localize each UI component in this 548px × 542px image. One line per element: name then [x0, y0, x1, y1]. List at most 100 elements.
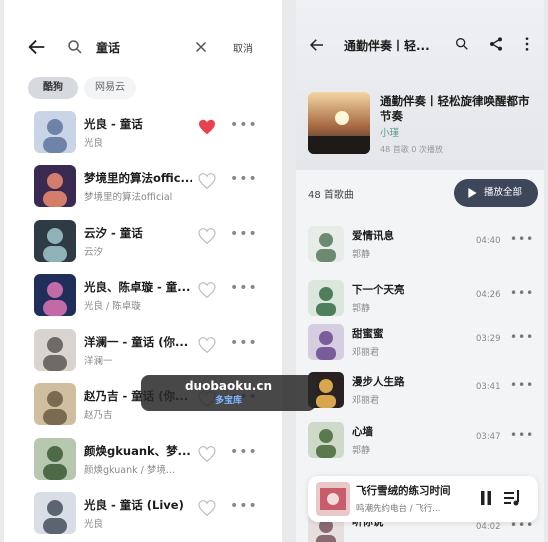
- song-duration: 03:29: [476, 334, 501, 344]
- song-artist: 邓丽君: [352, 396, 380, 406]
- song-cover: [308, 422, 344, 458]
- play-all-button[interactable]: 播放全部: [454, 179, 538, 207]
- more-icon[interactable]: •••: [230, 280, 258, 296]
- tab-netease[interactable]: 网易云: [84, 77, 136, 99]
- back-arrow-icon[interactable]: [26, 36, 48, 58]
- playlist-panel: 通勤伴奏丨轻... 通勤伴奏丨轻松旋律唤醒都市节奏 小瑾 48 首歌 0 次播放…: [296, 0, 544, 542]
- more-icon[interactable]: •••: [510, 428, 534, 442]
- song-row[interactable]: 心墙 郭静 03:47 •••: [296, 422, 544, 462]
- song-title: 云汐 - 童话: [84, 226, 143, 240]
- song-artist: 光良: [84, 138, 104, 149]
- song-cover: [308, 280, 344, 316]
- result-row[interactable]: 光良、陈卓璇 - 童... 光良 / 陈卓璇 •••: [4, 274, 282, 328]
- result-row[interactable]: 梦境里的算法offic... 梦境里的算法official •••: [4, 165, 282, 219]
- song-duration: 04:02: [476, 522, 501, 532]
- song-duration: 04:26: [476, 290, 501, 300]
- song-cover: [34, 438, 76, 480]
- result-row[interactable]: 云汐 - 童话 云汐 •••: [4, 220, 282, 274]
- song-artist: 光良: [84, 519, 104, 530]
- watermark-name: 多宝库: [214, 396, 242, 406]
- more-icon[interactable]: •••: [230, 498, 258, 514]
- tab-kugou[interactable]: 酷狗: [28, 77, 78, 99]
- search-input[interactable]: 童话: [96, 39, 120, 56]
- song-title: 颜焕gkuank、梦...: [84, 444, 191, 458]
- song-cover: [34, 329, 76, 371]
- song-artist: 邓丽君: [352, 348, 380, 358]
- song-row[interactable]: 下一个天亮郭静 04:26 •••: [296, 280, 544, 320]
- playlist-queue-icon[interactable]: [504, 490, 522, 506]
- heart-outline-icon[interactable]: [198, 228, 216, 244]
- play-all-label: 播放全部: [484, 187, 523, 198]
- song-artist: 颜焕gkuank / 梦境...: [84, 465, 175, 476]
- song-cover: [308, 324, 344, 360]
- mini-player[interactable]: 飞行雪绒的练习时间 鸣潮先约电台 / 飞行...: [308, 476, 538, 522]
- heart-outline-icon[interactable]: [198, 446, 216, 462]
- song-cover: [34, 274, 76, 316]
- song-title: 心墙: [352, 426, 373, 438]
- song-artist: 光良 / 陈卓璇: [84, 301, 141, 312]
- heart-outline-icon[interactable]: [198, 337, 216, 353]
- song-title: 漫步人生路: [352, 376, 405, 388]
- search-icon[interactable]: [454, 36, 470, 52]
- song-title: 爱情讯息: [352, 230, 394, 242]
- song-row[interactable]: 甜蜜蜜邓丽君 03:29 •••: [296, 324, 544, 364]
- watermark: duobaoku.cn 多宝库: [141, 375, 316, 411]
- song-cover: [34, 383, 76, 425]
- song-title: 光良 - 童话 (Live): [84, 498, 184, 512]
- song-cover: [308, 226, 344, 262]
- more-icon[interactable]: •••: [510, 330, 534, 344]
- play-icon: [468, 188, 477, 198]
- more-icon[interactable]: •••: [510, 232, 534, 246]
- song-duration: 03:47: [476, 432, 501, 442]
- mini-player-subtitle: 鸣潮先约电台 / 飞行...: [356, 504, 441, 514]
- more-icon[interactable]: •••: [510, 378, 534, 392]
- more-icon[interactable]: •••: [230, 226, 258, 242]
- song-cover: [34, 492, 76, 534]
- pause-icon[interactable]: [480, 491, 492, 505]
- heart-outline-icon[interactable]: [198, 282, 216, 298]
- song-title: 光良 - 童话: [84, 117, 143, 131]
- song-artist: 云汐: [84, 247, 104, 258]
- search-results-panel: 童话 取消 酷狗 网易云 光良 - 童话 光良 ••• 梦境里的算法offic... 梦…: [4, 0, 282, 542]
- song-count: 48 首歌曲: [308, 190, 354, 201]
- song-artist: 梦境里的算法official: [84, 192, 173, 203]
- clear-icon[interactable]: [192, 38, 210, 56]
- song-artist: 郭静: [352, 304, 371, 314]
- mini-player-title: 飞行雪绒的练习时间: [356, 485, 451, 497]
- search-icon: [68, 40, 82, 54]
- playlist-owner[interactable]: 小瑾: [380, 125, 399, 139]
- more-icon[interactable]: •••: [230, 444, 258, 460]
- song-cover: [34, 165, 76, 207]
- cancel-button[interactable]: 取消: [233, 40, 253, 55]
- song-artist: 郭静: [352, 250, 371, 260]
- song-title: 甜蜜蜜: [352, 328, 384, 340]
- heart-outline-icon[interactable]: [198, 173, 216, 189]
- heart-filled-icon[interactable]: [198, 119, 216, 135]
- song-cover: [34, 220, 76, 262]
- result-row[interactable]: 光良 - 童话 (Live) 光良 •••: [4, 492, 282, 542]
- more-vertical-icon[interactable]: [524, 36, 530, 52]
- more-icon[interactable]: •••: [230, 117, 258, 133]
- song-artist: 洋澜一: [84, 356, 113, 367]
- more-icon[interactable]: •••: [230, 335, 258, 351]
- song-row[interactable]: 爱情讯息 郭静 04:40 •••: [296, 226, 544, 266]
- song-title: 下一个天亮: [352, 284, 405, 296]
- result-row[interactable]: 颜焕gkuank、梦... 颜焕gkuank / 梦境... •••: [4, 438, 282, 492]
- share-icon[interactable]: [488, 36, 504, 52]
- song-title: 梦境里的算法offic...: [84, 171, 192, 185]
- page-title: 通勤伴奏丨轻...: [344, 39, 430, 53]
- song-title: 光良、陈卓璇 - 童...: [84, 280, 191, 294]
- search-bar: 童话 取消: [4, 30, 282, 64]
- more-icon[interactable]: •••: [230, 171, 258, 187]
- song-artist: 赵乃吉: [84, 410, 113, 421]
- result-row[interactable]: 光良 - 童话 光良 •••: [4, 111, 282, 165]
- more-icon[interactable]: •••: [510, 286, 534, 300]
- back-arrow-icon[interactable]: [308, 36, 326, 54]
- playlist-stats: 48 首歌 0 次播放: [380, 145, 443, 154]
- playlist-cover: [308, 92, 370, 154]
- watermark-domain: duobaoku.cn: [184, 379, 273, 393]
- heart-outline-icon[interactable]: [198, 500, 216, 516]
- song-cover: [34, 111, 76, 153]
- song-row[interactable]: 漫步人生路 邓丽君 03:41 •••: [296, 372, 544, 412]
- screen: 童话 取消 酷狗 网易云 光良 - 童话 光良 ••• 梦境里的算法offic... 梦…: [0, 0, 548, 542]
